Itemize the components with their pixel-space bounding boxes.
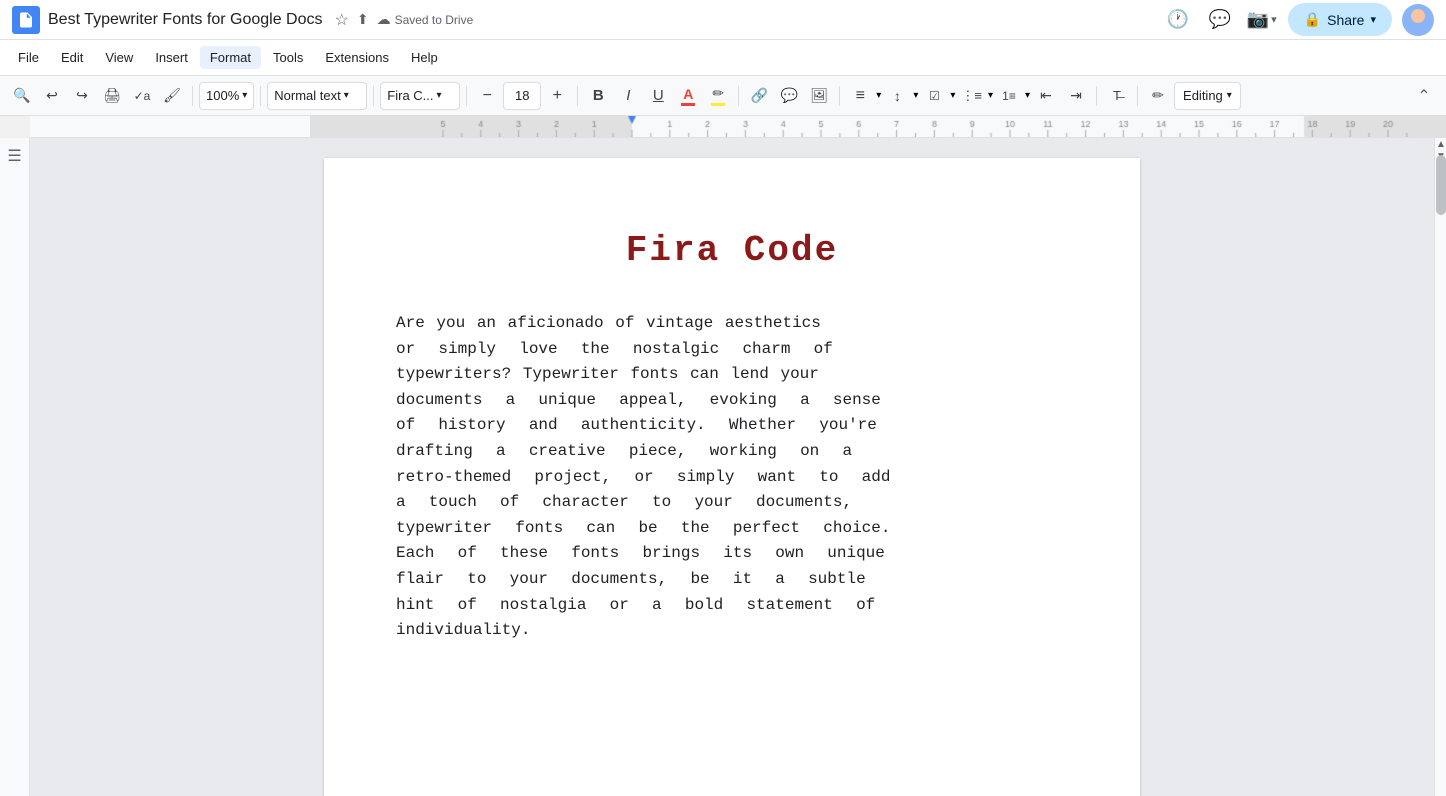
decrease-font-button[interactable]: − — [473, 82, 501, 110]
separator-7 — [839, 86, 840, 106]
saved-to-drive-label: ☁ Saved to Drive — [377, 11, 474, 28]
share-button[interactable]: 🔒 Share ▾ — [1288, 3, 1392, 36]
line-spacing-button[interactable]: ↕ — [883, 82, 911, 110]
font-size-input[interactable] — [503, 82, 541, 110]
separator-4 — [466, 86, 467, 106]
menu-file[interactable]: File — [8, 46, 49, 69]
document-title[interactable]: Best Typewriter Fonts for Google Docs — [48, 11, 322, 29]
separator-9 — [1137, 86, 1138, 106]
spacing-dropdown-arrow[interactable]: ▾ — [913, 90, 918, 101]
spell-check-button[interactable]: ✓a — [128, 82, 156, 110]
redo-button[interactable]: ↪ — [68, 82, 96, 110]
checklist-button[interactable]: ☑ — [920, 82, 948, 110]
ruler — [30, 116, 1446, 138]
menu-tools[interactable]: Tools — [263, 46, 313, 69]
separator-3 — [373, 86, 374, 106]
editing-mode-select[interactable]: Editing ▾ — [1174, 82, 1241, 110]
doc-icon — [12, 6, 40, 34]
insert-link-button[interactable]: 🔗 — [745, 82, 773, 110]
decrease-indent-button[interactable]: ⇤ — [1032, 82, 1060, 110]
zoom-dropdown-arrow: ▾ — [242, 90, 247, 101]
bullet-list-button[interactable]: ⋮≡ — [957, 82, 986, 110]
alignment-button[interactable]: ≡ — [846, 82, 874, 110]
menu-edit[interactable]: Edit — [51, 46, 93, 69]
numbered-list-button[interactable]: 1≡ — [995, 82, 1023, 110]
bold-button[interactable]: B — [584, 82, 612, 110]
history-button[interactable]: 🕐 — [1162, 4, 1194, 36]
outline-button[interactable]: ☰ — [7, 146, 21, 166]
print-button[interactable]: 🖨 — [98, 82, 126, 110]
share-dropdown-arrow: ▾ — [1370, 13, 1376, 26]
checklist-dropdown-arrow[interactable]: ▾ — [950, 90, 955, 101]
cloud-icon: ☁ — [377, 11, 391, 28]
menu-bar: File Edit View Insert Format Tools Exten… — [0, 40, 1446, 76]
undo-button[interactable]: ↩ — [38, 82, 66, 110]
share-lock-icon: 🔒 — [1304, 11, 1321, 28]
drive-upload-icon[interactable]: ⬆ — [357, 11, 369, 28]
increase-indent-button[interactable]: ⇥ — [1062, 82, 1090, 110]
editing-dropdown-arrow: ▾ — [1227, 90, 1232, 101]
italic-button[interactable]: I — [614, 82, 642, 110]
text-style-select[interactable]: Normal text ▾ — [267, 82, 367, 110]
menu-view[interactable]: View — [95, 46, 143, 69]
insert-image-button[interactable]: 🖼 — [805, 82, 833, 110]
document-body[interactable]: Are you an aficionado of vintage aesthet… — [396, 311, 1068, 644]
menu-insert[interactable]: Insert — [145, 46, 198, 69]
scrollbar[interactable]: ▲ ▼ — [1434, 138, 1446, 796]
comments-button[interactable]: 💬 — [1204, 4, 1236, 36]
underline-button[interactable]: U — [644, 82, 672, 110]
document-heading[interactable]: Fira Code — [396, 230, 1068, 271]
header-right: 🕐 💬 📷▾ 🔒 Share ▾ — [1162, 3, 1434, 36]
search-button[interactable]: 🔍 — [8, 82, 36, 110]
paint-format-button[interactable]: 🖌 — [158, 82, 186, 110]
zoom-select[interactable]: 100% ▾ — [199, 82, 254, 110]
separator-5 — [577, 86, 578, 106]
scroll-thumb[interactable] — [1436, 155, 1446, 215]
menu-extensions[interactable]: Extensions — [315, 46, 399, 69]
separator-6 — [738, 86, 739, 106]
font-select[interactable]: Fira C... ▾ — [380, 82, 460, 110]
menu-help[interactable]: Help — [401, 46, 448, 69]
separator-8 — [1096, 86, 1097, 106]
text-color-button[interactable]: A — [674, 82, 702, 110]
star-icon[interactable]: ☆ — [334, 10, 348, 30]
separator-1 — [192, 86, 193, 106]
toolbar: 🔍 ↩ ↪ 🖨 ✓a 🖌 100% ▾ Normal text ▾ Fira C… — [0, 76, 1446, 116]
insert-comment-button[interactable]: 💬 — [775, 82, 803, 110]
style-dropdown-arrow: ▾ — [344, 90, 349, 101]
title-bar: Best Typewriter Fonts for Google Docs ☆ … — [0, 0, 1446, 40]
scroll-up-button[interactable]: ▲ — [1435, 138, 1446, 150]
alignment-dropdown-arrow[interactable]: ▾ — [876, 90, 881, 101]
collapse-toolbar-button[interactable]: ⌃ — [1410, 82, 1438, 110]
bullet-dropdown-arrow[interactable]: ▾ — [988, 90, 993, 101]
left-panel: ☰ — [0, 138, 30, 796]
numbered-dropdown-arrow[interactable]: ▾ — [1025, 90, 1030, 101]
clear-format-button[interactable]: T̶ — [1103, 82, 1131, 110]
pencil-button[interactable]: ✏ — [1144, 82, 1172, 110]
highlight-button[interactable]: ✏ — [704, 82, 732, 110]
user-avatar[interactable] — [1402, 4, 1434, 36]
document-area[interactable]: Fira Code Are you an aficionado of vinta… — [30, 138, 1434, 796]
increase-font-button[interactable]: + — [543, 82, 571, 110]
menu-format[interactable]: Format — [200, 46, 261, 69]
main-area: ☰ Fira Code Are you an aficionado of vin… — [0, 138, 1446, 796]
separator-2 — [260, 86, 261, 106]
meet-button[interactable]: 📷▾ — [1246, 4, 1278, 36]
document-page: Fira Code Are you an aficionado of vinta… — [324, 158, 1140, 796]
font-dropdown-arrow: ▾ — [437, 90, 442, 101]
